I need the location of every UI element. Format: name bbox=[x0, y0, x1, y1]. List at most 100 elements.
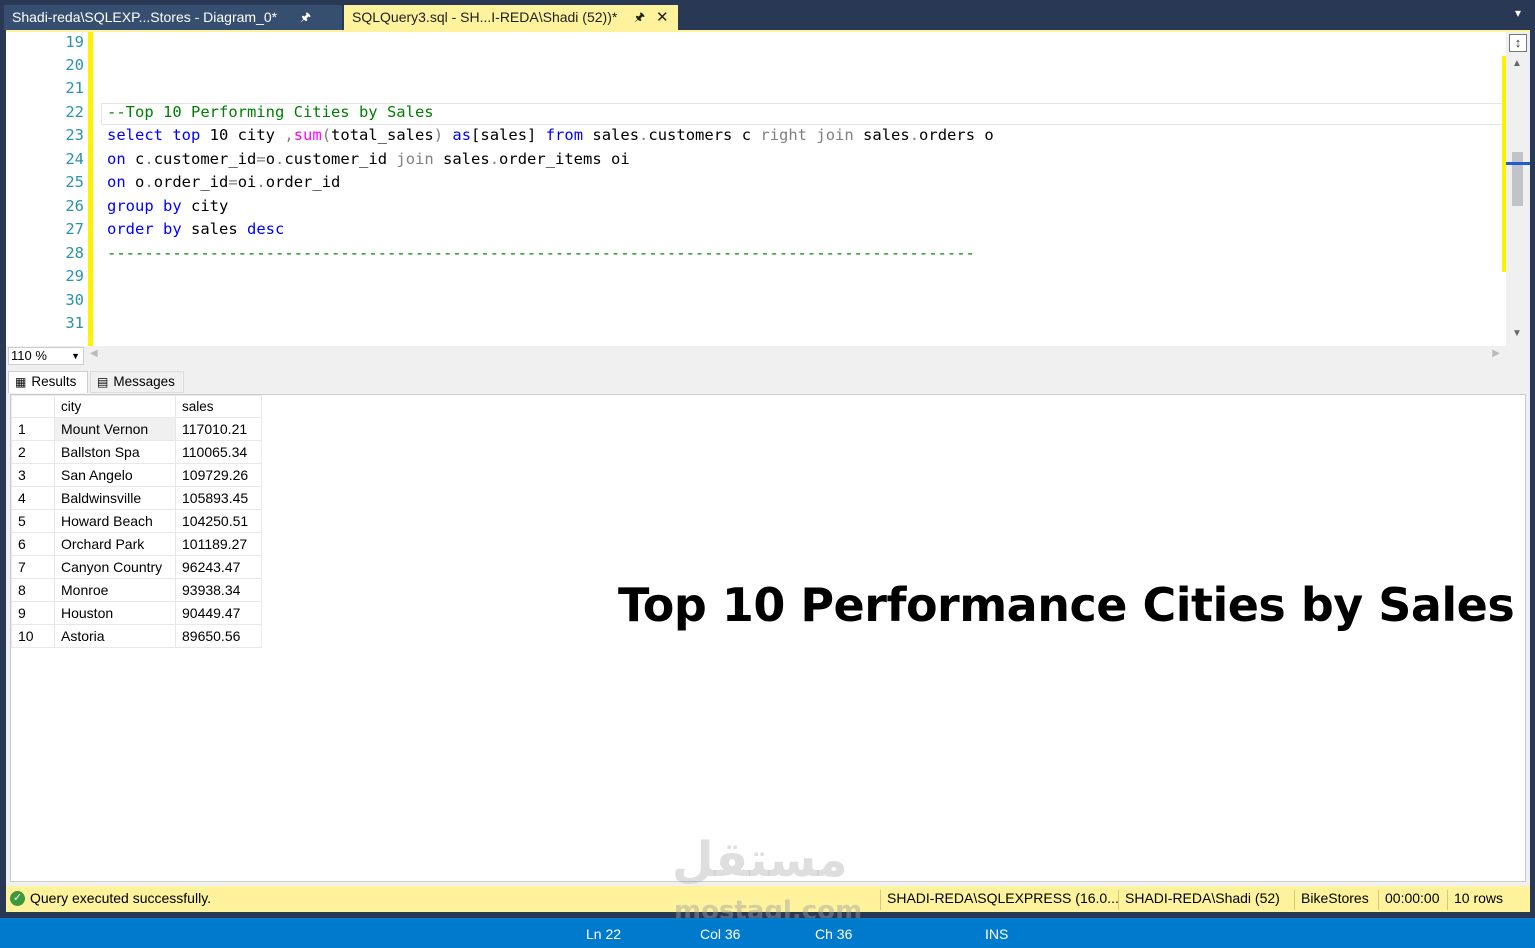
close-icon[interactable]: ✕ bbox=[656, 5, 669, 30]
document-tab-strip: Shadi-reda\SQLEXP...Stores - Diagram_0* … bbox=[0, 0, 1535, 30]
cell-sales[interactable]: 105893.45 bbox=[175, 486, 262, 510]
editor-vertical-scrollbar[interactable]: ↕ ▲ ▼ bbox=[1506, 32, 1530, 346]
line-number: 23 bbox=[65, 126, 84, 144]
tab-diagram[interactable]: Shadi-reda\SQLEXP...Stores - Diagram_0* … bbox=[4, 5, 342, 30]
zoom-select[interactable]: 110 % ▼ bbox=[8, 347, 84, 365]
cell-sales[interactable]: 117010.21 bbox=[175, 417, 262, 441]
cell-city[interactable]: Houston bbox=[54, 601, 176, 625]
cell-sales[interactable]: 101189.27 bbox=[175, 532, 262, 556]
column-header-city[interactable]: city bbox=[54, 395, 176, 418]
line-indicator: Ln 22 bbox=[586, 926, 622, 942]
cell-city[interactable]: Orchard Park bbox=[54, 532, 176, 556]
table-row[interactable]: 6 Orchard Park 101189.27 bbox=[11, 532, 262, 556]
scroll-down-icon[interactable]: ▼ bbox=[1512, 328, 1522, 339]
tab-results[interactable]: ▦ Results bbox=[8, 371, 88, 393]
table-row[interactable]: 3 San Angelo 109729.26 bbox=[11, 463, 262, 487]
status-database: BikeStores bbox=[1294, 890, 1369, 910]
status-elapsed: 00:00:00 bbox=[1378, 890, 1440, 910]
zoom-bar: 110 % ▼ ◀ ▶ bbox=[6, 346, 1530, 366]
caret-position-marker bbox=[1506, 162, 1530, 165]
line-number: 24 bbox=[65, 150, 84, 168]
row-number[interactable]: 5 bbox=[11, 509, 55, 533]
success-check-icon: ✓ bbox=[10, 891, 25, 906]
line-number: 22 bbox=[65, 103, 84, 121]
tab-messages[interactable]: ▤ Messages bbox=[90, 371, 184, 393]
row-number[interactable]: 3 bbox=[11, 463, 55, 487]
code-line-26: group by city bbox=[107, 197, 229, 215]
scroll-up-icon[interactable]: ▲ bbox=[1512, 58, 1522, 69]
table-row[interactable]: 2 Ballston Spa 110065.34 bbox=[11, 440, 262, 464]
cell-city[interactable]: Ballston Spa bbox=[54, 440, 176, 464]
status-user: SHADI-REDA\Shadi (52) bbox=[1118, 890, 1280, 910]
cell-city[interactable]: San Angelo bbox=[54, 463, 176, 487]
column-header-sales[interactable]: sales bbox=[175, 395, 262, 418]
table-row[interactable]: 7 Canyon Country 96243.47 bbox=[11, 555, 262, 579]
change-indicator bbox=[88, 32, 93, 346]
cell-city[interactable]: Howard Beach bbox=[54, 509, 176, 533]
tab-messages-label: Messages bbox=[113, 374, 175, 389]
pin-icon[interactable]: 🖈 bbox=[634, 5, 645, 30]
table-row[interactable]: 5 Howard Beach 104250.51 bbox=[11, 509, 262, 533]
scroll-left-icon[interactable]: ◀ bbox=[90, 348, 98, 359]
grid-icon: ▦ bbox=[15, 375, 27, 389]
table-row[interactable]: 10 Astoria 89650.56 bbox=[11, 624, 262, 648]
query-editor[interactable]: 19 20 21 22 23 24 25 26 27 28 29 30 31 -… bbox=[6, 30, 1530, 346]
scroll-right-icon[interactable]: ▶ bbox=[1492, 348, 1500, 359]
insert-mode-indicator: INS bbox=[985, 926, 1009, 942]
status-row-count: 10 rows bbox=[1447, 890, 1503, 910]
zoom-value: 110 % bbox=[11, 348, 47, 363]
watermark-logo: مستقل bbox=[672, 832, 848, 888]
messages-icon: ▤ bbox=[97, 375, 109, 389]
row-number[interactable]: 2 bbox=[11, 440, 55, 464]
code-line-23: select top 10 city ,sum(total_sales) as[… bbox=[107, 126, 994, 144]
overlay-title: Top 10 Performance Cities by Sales bbox=[618, 578, 1515, 632]
cell-city[interactable]: Mount Vernon bbox=[54, 417, 176, 441]
row-number[interactable]: 7 bbox=[11, 555, 55, 579]
code-line-27: order by sales desc bbox=[107, 220, 285, 238]
code-line-25: on o.order_id=oi.order_id bbox=[107, 173, 341, 191]
tab-overflow-icon[interactable]: ▾ bbox=[1515, 6, 1521, 20]
cell-sales[interactable]: 96243.47 bbox=[175, 555, 262, 579]
cell-sales[interactable]: 104250.51 bbox=[175, 509, 262, 533]
column-indicator: Col 36 bbox=[700, 926, 741, 942]
cell-city[interactable]: Monroe bbox=[54, 578, 176, 602]
editor-position-bar: Ln 22 Col 36 Ch 36 INS bbox=[0, 918, 1535, 948]
line-number: 29 bbox=[65, 267, 84, 285]
row-number[interactable]: 8 bbox=[11, 578, 55, 602]
row-number-header[interactable] bbox=[11, 395, 55, 418]
chevron-down-icon: ▼ bbox=[71, 351, 80, 361]
line-number: 31 bbox=[65, 314, 84, 332]
cell-sales[interactable]: 93938.34 bbox=[175, 578, 262, 602]
line-number: 27 bbox=[65, 220, 84, 238]
line-number: 21 bbox=[65, 79, 84, 97]
row-number[interactable]: 10 bbox=[11, 624, 55, 648]
tab-sqlquery3[interactable]: SQLQuery3.sql - SH...I-REDA\Shadi (52))*… bbox=[344, 5, 678, 30]
table-row[interactable]: 8 Monroe 93938.34 bbox=[11, 578, 262, 602]
code-line-24: on c.customer_id=o.customer_id join sale… bbox=[107, 150, 630, 168]
cell-city[interactable]: Baldwinsville bbox=[54, 486, 176, 510]
row-number[interactable]: 6 bbox=[11, 532, 55, 556]
cell-sales[interactable]: 89650.56 bbox=[175, 624, 262, 648]
cell-sales[interactable]: 110065.34 bbox=[175, 440, 262, 464]
split-icon[interactable]: ↕ bbox=[1509, 34, 1527, 52]
cell-city[interactable]: Astoria bbox=[54, 624, 176, 648]
table-row[interactable]: 9 Houston 90449.47 bbox=[11, 601, 262, 625]
row-number[interactable]: 9 bbox=[11, 601, 55, 625]
pin-icon[interactable]: 🖈 bbox=[300, 5, 311, 30]
tab-sqlquery3-label: SQLQuery3.sql - SH...I-REDA\Shadi (52))* bbox=[352, 9, 618, 25]
results-table: city sales 1 Mount Vernon 117010.21 2 Ba… bbox=[11, 395, 262, 648]
scroll-thumb[interactable] bbox=[1512, 152, 1523, 206]
results-grid[interactable]: city sales 1 Mount Vernon 117010.21 2 Ba… bbox=[10, 394, 1526, 882]
row-number[interactable]: 4 bbox=[11, 486, 55, 510]
line-number: 20 bbox=[65, 56, 84, 74]
line-number: 28 bbox=[65, 244, 84, 262]
cell-sales[interactable]: 90449.47 bbox=[175, 601, 262, 625]
cell-sales[interactable]: 109729.26 bbox=[175, 463, 262, 487]
row-number[interactable]: 1 bbox=[11, 417, 55, 441]
table-row[interactable]: 1 Mount Vernon 117010.21 bbox=[11, 417, 262, 441]
table-row[interactable]: 4 Baldwinsville 105893.45 bbox=[11, 486, 262, 510]
cell-city[interactable]: Canyon Country bbox=[54, 555, 176, 579]
code-separator: ----------------------------------------… bbox=[107, 244, 975, 262]
status-server: SHADI-REDA\SQLEXPRESS (16.0... bbox=[880, 890, 1119, 910]
line-number: 26 bbox=[65, 197, 84, 215]
